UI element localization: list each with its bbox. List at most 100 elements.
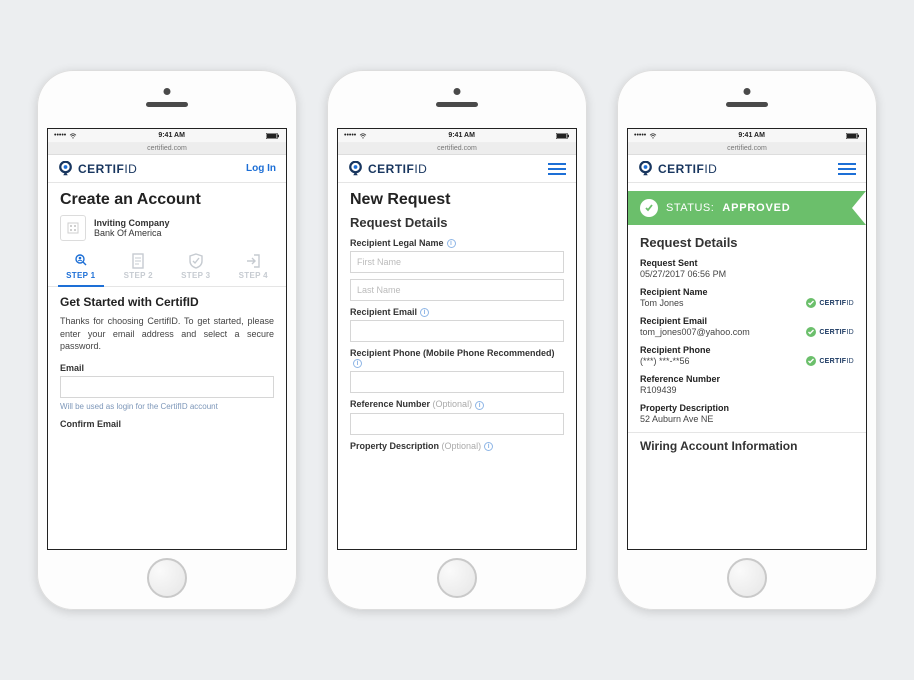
info-icon[interactable]: i [447, 239, 456, 248]
address-bar: certified.com [338, 143, 576, 155]
inviting-company: Inviting Company Bank Of America [60, 215, 274, 241]
info-icon[interactable]: i [420, 308, 429, 317]
home-button[interactable] [437, 558, 477, 598]
detail-label: Property Description [640, 403, 729, 413]
document-icon [131, 253, 145, 269]
clock: 9:41 AM [448, 132, 475, 139]
step-tabs: STEP 1 STEP 2 STEP 3 STEP 4 [48, 249, 286, 287]
check-badge-icon [806, 356, 816, 366]
email-field[interactable] [60, 376, 274, 398]
signal-dots: ••••• [54, 132, 66, 139]
step-2-tab[interactable]: STEP 2 [110, 249, 168, 286]
clock: 9:41 AM [158, 132, 185, 139]
logo-icon [638, 161, 653, 176]
person-search-icon [73, 253, 89, 269]
status-bar: ••••• 9:41 AM [628, 129, 866, 143]
detail-value: R109439 [640, 385, 720, 395]
wifi-icon [649, 133, 657, 139]
detail-label: Recipient Email [640, 316, 750, 326]
info-icon[interactable]: i [353, 359, 362, 368]
screen-create-account: ••••• 9:41 AM certified.com CERTIFID Log… [47, 128, 287, 550]
check-badge-icon [806, 327, 816, 337]
wiring-section-title: Wiring Account Information [628, 432, 866, 453]
phone-frame-3: ••••• 9:41 AM certified.com CERTIFID STA… [617, 70, 877, 610]
screen-request-approved: ••••• 9:41 AM certified.com CERTIFID STA… [627, 128, 867, 550]
email-label: Email [60, 363, 274, 373]
detail-row: Recipient Phone(***) ***-**56 CERTIFID [640, 345, 854, 366]
recipient-phone-label: Recipient Phone (Mobile Phone Recommende… [350, 348, 564, 368]
brand-logo: CERTIFID [348, 161, 427, 176]
intro-paragraph: Thanks for choosing CertifID. To get sta… [60, 315, 274, 353]
battery-icon [266, 133, 280, 139]
page-title: New Request [350, 191, 564, 209]
check-badge-icon [806, 298, 816, 308]
section-subtitle: Get Started with CertifID [60, 295, 274, 309]
status-label: STATUS: [666, 202, 714, 214]
company-name: Bank Of America [94, 228, 170, 238]
detail-row: Recipient NameTom JonesCERTIFID [640, 287, 854, 308]
detail-label: Reference Number [640, 374, 720, 384]
recipient-phone-field[interactable] [350, 371, 564, 393]
status-bar: ••••• 9:41 AM [338, 129, 576, 143]
app-header: CERTIFID [338, 155, 576, 183]
status-value: APPROVED [722, 202, 790, 214]
step-3-tab[interactable]: STEP 3 [167, 249, 225, 286]
phone-frame-1: ••••• 9:41 AM certified.com CERTIFID Log… [37, 70, 297, 610]
battery-icon [556, 133, 570, 139]
enter-icon [245, 253, 261, 269]
home-button[interactable] [147, 558, 187, 598]
last-name-field[interactable] [350, 279, 564, 301]
detail-value: 05/27/2017 06:56 PM [640, 269, 726, 279]
detail-row: Request Sent05/27/2017 06:56 PM [640, 258, 854, 279]
detail-label: Recipient Phone [640, 345, 711, 355]
first-name-field[interactable] [350, 251, 564, 273]
shield-check-icon [189, 253, 203, 269]
detail-value: Tom Jones [640, 298, 708, 308]
certifid-verified-badge: CERTIFID [806, 327, 854, 337]
status-bar: ••••• 9:41 AM [48, 129, 286, 143]
phone-frame-2: ••••• 9:41 AM certified.com CERTIFID New… [327, 70, 587, 610]
login-link[interactable]: Log In [246, 163, 276, 174]
app-header: CERTIFID [628, 155, 866, 183]
property-description-label: Property Description (Optional)i [350, 441, 564, 451]
clock: 9:41 AM [738, 132, 765, 139]
home-button[interactable] [727, 558, 767, 598]
detail-row: Reference NumberR109439 [640, 374, 854, 395]
building-icon [60, 215, 86, 241]
section-title: Request Details [640, 235, 854, 250]
logo-icon [348, 161, 363, 176]
certifid-verified-badge: CERTIFID [806, 356, 854, 366]
menu-button[interactable] [838, 163, 856, 175]
screen-new-request: ••••• 9:41 AM certified.com CERTIFID New… [337, 128, 577, 550]
step-4-tab[interactable]: STEP 4 [225, 249, 283, 286]
recipient-email-label: Recipient Emaili [350, 307, 564, 317]
info-icon[interactable]: i [484, 442, 493, 451]
logo-icon [58, 161, 73, 176]
recipient-email-field[interactable] [350, 320, 564, 342]
detail-row: Recipient Emailtom_jones007@yahoo.com CER… [640, 316, 854, 337]
app-header: CERTIFID Log In [48, 155, 286, 183]
battery-icon [846, 133, 860, 139]
brand-logo: CERTIFID [638, 161, 717, 176]
menu-button[interactable] [548, 163, 566, 175]
reference-number-field[interactable] [350, 413, 564, 435]
section-title: Request Details [350, 215, 564, 230]
brand-logo: CERTIFID [58, 161, 137, 176]
confirm-email-label: Confirm Email [60, 419, 274, 429]
company-label: Inviting Company [94, 218, 170, 228]
address-bar: certified.com [48, 143, 286, 155]
legal-name-label: Recipient Legal Namei [350, 238, 564, 248]
wifi-icon [359, 133, 367, 139]
info-icon[interactable]: i [475, 401, 484, 410]
detail-label: Request Sent [640, 258, 726, 268]
detail-value: tom_jones007@yahoo.com [640, 327, 750, 337]
check-circle-icon [640, 199, 658, 217]
wifi-icon [69, 133, 77, 139]
address-bar: certified.com [628, 143, 866, 155]
reference-number-label: Reference Number (Optional)i [350, 399, 564, 409]
detail-value: (***) ***-**56 [640, 356, 711, 366]
page-title: Create an Account [60, 191, 274, 209]
detail-value: 52 Auburn Ave NE [640, 414, 729, 424]
certifid-verified-badge: CERTIFID [806, 298, 854, 308]
step-1-tab[interactable]: STEP 1 [52, 249, 110, 286]
